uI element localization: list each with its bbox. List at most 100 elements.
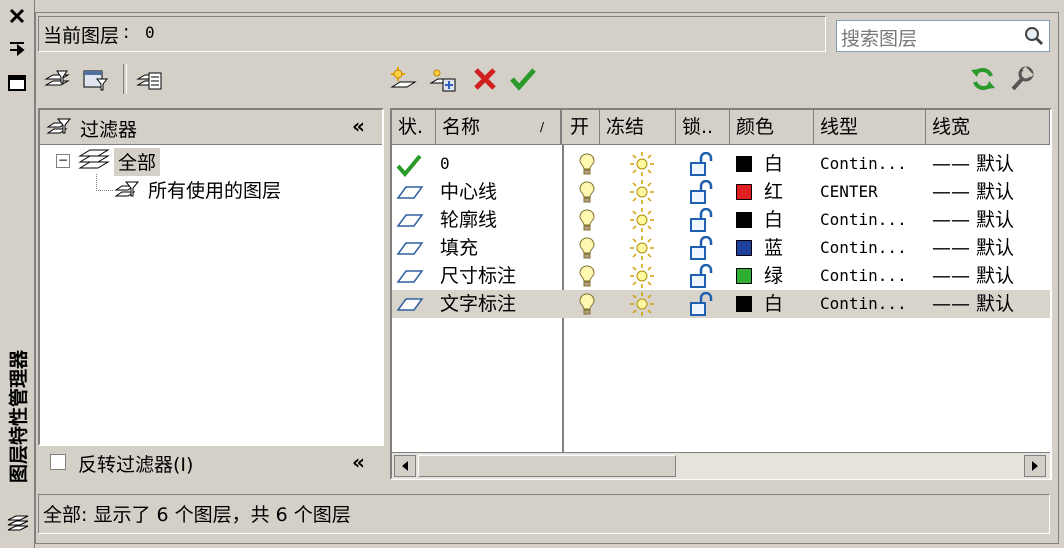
- color-name[interactable]: 白: [764, 206, 783, 234]
- table-header: 状. 名称 / 开 冻结 锁.. 颜色 线型 线宽: [392, 110, 1050, 145]
- new-group-filter-button[interactable]: [80, 64, 110, 94]
- linetype-value[interactable]: Contin...: [820, 150, 907, 178]
- color-name[interactable]: 白: [764, 150, 783, 178]
- horizontal-scrollbar[interactable]: [392, 452, 1050, 479]
- set-current-button[interactable]: [508, 64, 538, 94]
- color-name[interactable]: 红: [764, 178, 783, 206]
- layer-row[interactable]: 填充 蓝 Contin... —— 默认: [392, 234, 1050, 262]
- color-swatch[interactable]: [736, 268, 752, 284]
- column-freeze[interactable]: 冻结: [600, 110, 676, 144]
- current-layer-value: 0: [145, 23, 155, 42]
- lineweight-value[interactable]: —— 默认: [932, 290, 1014, 318]
- new-property-filter-button[interactable]: [42, 64, 72, 94]
- lineweight-value[interactable]: —— 默认: [932, 178, 1014, 206]
- layer-row[interactable]: 轮廓线 白 Contin... —— 默认: [392, 206, 1050, 234]
- color-name[interactable]: 白: [764, 290, 783, 318]
- tree-collapse-toggle[interactable]: −: [56, 154, 70, 168]
- layer-name[interactable]: 尺寸标注: [440, 262, 516, 290]
- scroll-thumb[interactable]: [418, 455, 676, 477]
- layer-row[interactable]: 尺寸标注 绿 Contin... —— 默认: [392, 262, 1050, 290]
- layer-name[interactable]: 轮廓线: [440, 206, 497, 234]
- lineweight-value[interactable]: —— 默认: [932, 206, 1014, 234]
- lineweight-value[interactable]: —— 默认: [932, 150, 1014, 178]
- freeze-sun-icon[interactable]: [629, 291, 655, 319]
- on-bulb-icon[interactable]: [578, 236, 596, 264]
- color-swatch[interactable]: [736, 212, 752, 228]
- freeze-sun-icon[interactable]: [629, 207, 655, 235]
- scroll-right-arrow-icon[interactable]: [1024, 455, 1046, 477]
- layer-name[interactable]: 填充: [440, 234, 478, 262]
- layer-row[interactable]: 文字标注 白 Contin... —— 默认: [392, 290, 1050, 318]
- collapse-filter-panel-icon[interactable]: «: [352, 114, 378, 138]
- unlock-icon[interactable]: [688, 151, 716, 180]
- freeze-sun-icon[interactable]: [629, 179, 655, 207]
- layer-row[interactable]: 0 白 Contin... —— 默认: [392, 150, 1050, 178]
- column-linetype[interactable]: 线型: [814, 110, 926, 144]
- search-icon[interactable]: [1023, 25, 1045, 47]
- color-swatch[interactable]: [736, 184, 752, 200]
- unlock-icon[interactable]: [688, 291, 716, 320]
- tree-item-used-layers[interactable]: 所有使用的图层: [148, 176, 281, 204]
- linetype-value[interactable]: Contin...: [820, 290, 907, 318]
- column-lineweight[interactable]: 线宽: [926, 110, 1050, 144]
- delete-layer-button[interactable]: [470, 64, 500, 94]
- freeze-sun-icon[interactable]: [629, 235, 655, 263]
- palette-title: 图层特性管理器: [7, 349, 30, 483]
- column-on[interactable]: 开: [564, 110, 600, 144]
- refresh-button[interactable]: [968, 64, 998, 94]
- unlock-icon[interactable]: [688, 263, 716, 292]
- unlock-icon[interactable]: [688, 207, 716, 236]
- linetype-value[interactable]: Contin...: [820, 234, 907, 262]
- layer-name[interactable]: 0: [440, 150, 450, 178]
- refresh-icon: [971, 68, 995, 90]
- new-layer-icon: [390, 67, 417, 88]
- unlock-icon[interactable]: [688, 179, 716, 208]
- close-icon[interactable]: [7, 6, 27, 26]
- scroll-left-arrow-icon[interactable]: [394, 455, 416, 477]
- color-swatch[interactable]: [736, 296, 752, 312]
- collapse-tree-icon[interactable]: «: [352, 450, 378, 474]
- status-text: 全部: 显示了 6 个图层，共 6 个图层: [43, 504, 351, 526]
- column-name[interactable]: 名称 /: [436, 110, 562, 144]
- auto-hide-icon[interactable]: [7, 40, 27, 60]
- tree-item-all[interactable]: 全部: [114, 148, 161, 176]
- settings-button[interactable]: [1006, 64, 1036, 94]
- current-layer-label: 当前图层: [43, 25, 120, 47]
- unlock-icon[interactable]: [688, 235, 716, 264]
- layer-name[interactable]: 中心线: [440, 178, 497, 206]
- on-bulb-icon[interactable]: [578, 180, 596, 208]
- layer-states-manager-button[interactable]: [134, 64, 164, 94]
- layer-row[interactable]: 中心线 红 CENTER —— 默认: [392, 178, 1050, 206]
- layers-table: 状. 名称 / 开 冻结 锁.. 颜色 线型 线宽 0 白 Contin... —— …: [390, 108, 1052, 480]
- color-name[interactable]: 绿: [764, 262, 783, 290]
- linetype-value[interactable]: Contin...: [820, 262, 907, 290]
- column-status[interactable]: 状.: [392, 110, 436, 144]
- on-bulb-icon[interactable]: [578, 264, 596, 292]
- lineweight-value[interactable]: —— 默认: [932, 234, 1014, 262]
- wrench-icon: [1011, 66, 1034, 91]
- search-layers-input[interactable]: 搜索图层: [836, 20, 1050, 52]
- layer-states-icon: [136, 72, 162, 90]
- invert-filter-label: 反转过滤器(I): [78, 454, 194, 476]
- on-bulb-icon[interactable]: [578, 152, 596, 180]
- column-lock[interactable]: 锁..: [676, 110, 730, 144]
- layers-icon: [6, 512, 30, 536]
- new-layer-vp-frozen-button[interactable]: [428, 64, 458, 94]
- freeze-sun-icon[interactable]: [629, 263, 655, 291]
- invert-filter-checkbox[interactable]: [50, 454, 66, 470]
- layer-name[interactable]: 文字标注: [440, 290, 516, 318]
- color-swatch[interactable]: [736, 156, 752, 172]
- color-swatch[interactable]: [736, 240, 752, 256]
- column-color[interactable]: 颜色: [730, 110, 814, 144]
- new-layer-button[interactable]: [388, 64, 418, 94]
- filter-tree-panel: 过滤器 « − 全部 所有使用的图层: [38, 108, 384, 446]
- linetype-value[interactable]: Contin...: [820, 206, 907, 234]
- on-bulb-icon[interactable]: [578, 292, 596, 320]
- linetype-value[interactable]: CENTER: [820, 178, 878, 206]
- lineweight-value[interactable]: —— 默认: [932, 262, 1014, 290]
- properties-menu-icon[interactable]: [8, 74, 26, 92]
- color-name[interactable]: 蓝: [764, 234, 783, 262]
- freeze-sun-icon[interactable]: [629, 151, 655, 179]
- layer-status-icon: [396, 181, 424, 209]
- on-bulb-icon[interactable]: [578, 208, 596, 236]
